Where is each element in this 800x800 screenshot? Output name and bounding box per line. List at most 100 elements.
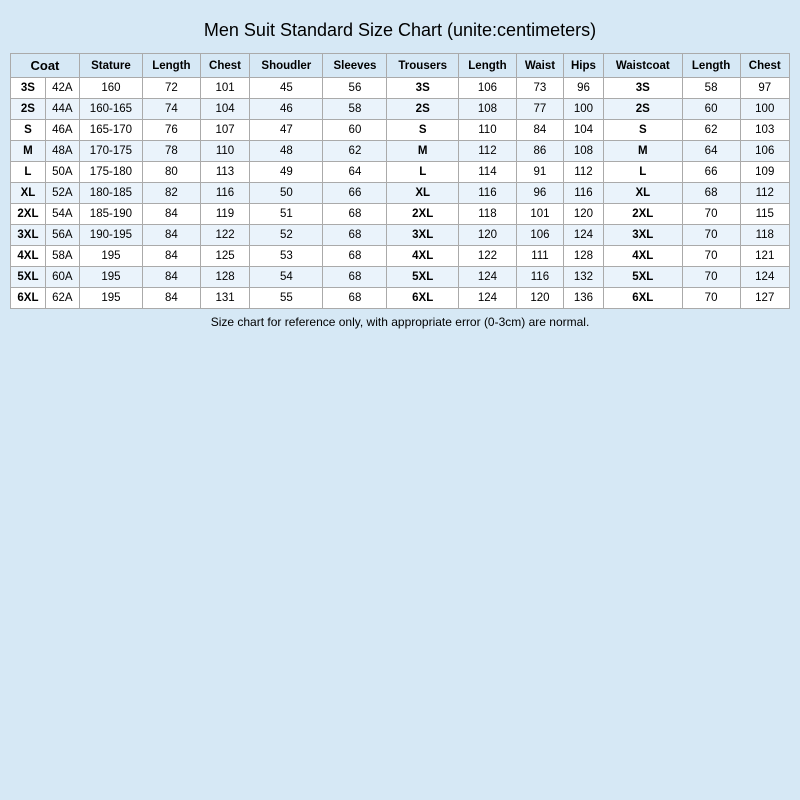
row-10-hips: 136	[563, 288, 603, 309]
row-0-hips: 96	[563, 78, 603, 99]
row-7-w-chest: 118	[740, 225, 789, 246]
row-2-trousers-length: 110	[459, 120, 517, 141]
row-6-waist: 101	[516, 204, 563, 225]
row-7-coat-size: 3XL	[11, 225, 46, 246]
table-wrapper: Coat Stature Length Chest Shoudler Sleev…	[10, 53, 790, 309]
waistcoat-header: Waistcoat	[603, 54, 682, 78]
row-6-coat-length: 84	[142, 204, 200, 225]
row-4-coat-length: 80	[142, 162, 200, 183]
row-10-sleeves: 68	[323, 288, 387, 309]
row-0-waistcoat-size: 3S	[603, 78, 682, 99]
row-10-coat-size: 6XL	[11, 288, 46, 309]
row-3-stature: 170-175	[79, 141, 142, 162]
row-4-trousers-size: L	[387, 162, 459, 183]
row-8-w-chest: 121	[740, 246, 789, 267]
row-3-sleeves: 62	[323, 141, 387, 162]
row-2-coat-chest: 107	[200, 120, 249, 141]
size-chart-table: Coat Stature Length Chest Shoudler Sleev…	[10, 53, 790, 309]
row-9-w-length: 70	[682, 267, 740, 288]
row-8-hips: 128	[563, 246, 603, 267]
row-7-trousers-length: 120	[459, 225, 517, 246]
row-9-waist: 116	[516, 267, 563, 288]
row-4-w-length: 66	[682, 162, 740, 183]
row-7-sleeves: 68	[323, 225, 387, 246]
w-length-header: Length	[682, 54, 740, 78]
row-8-coat-length: 84	[142, 246, 200, 267]
sleeves-header: Sleeves	[323, 54, 387, 78]
row-4-hips: 112	[563, 162, 603, 183]
row-0-coat-length: 72	[142, 78, 200, 99]
row-5-w-chest: 112	[740, 183, 789, 204]
row-7-hips: 124	[563, 225, 603, 246]
footer-note: Size chart for reference only, with appr…	[211, 315, 590, 329]
row-0-trousers-size: 3S	[387, 78, 459, 99]
row-2-waist: 84	[516, 120, 563, 141]
row-8-trousers-length: 122	[459, 246, 517, 267]
row-6-trousers-size: 2XL	[387, 204, 459, 225]
row-3-waist: 86	[516, 141, 563, 162]
row-9-coat-length: 84	[142, 267, 200, 288]
row-9-shoulder: 54	[250, 267, 323, 288]
row-5-waist: 96	[516, 183, 563, 204]
row-4-stature: 175-180	[79, 162, 142, 183]
row-3-w-chest: 106	[740, 141, 789, 162]
row-5-coat-code: 52A	[45, 183, 79, 204]
row-10-w-length: 70	[682, 288, 740, 309]
row-2-coat-length: 76	[142, 120, 200, 141]
row-7-w-length: 70	[682, 225, 740, 246]
row-10-trousers-length: 124	[459, 288, 517, 309]
row-2-coat-code: 46A	[45, 120, 79, 141]
row-8-stature: 195	[79, 246, 142, 267]
row-7-coat-code: 56A	[45, 225, 79, 246]
row-5-coat-size: XL	[11, 183, 46, 204]
row-7-coat-chest: 122	[200, 225, 249, 246]
row-9-trousers-size: 5XL	[387, 267, 459, 288]
row-0-waist: 73	[516, 78, 563, 99]
row-5-trousers-length: 116	[459, 183, 517, 204]
row-5-trousers-size: XL	[387, 183, 459, 204]
row-3-coat-code: 48A	[45, 141, 79, 162]
row-1-waistcoat-size: 2S	[603, 99, 682, 120]
row-6-coat-code: 54A	[45, 204, 79, 225]
row-2-trousers-size: S	[387, 120, 459, 141]
row-0-stature: 160	[79, 78, 142, 99]
row-3-coat-size: M	[11, 141, 46, 162]
row-8-shoulder: 53	[250, 246, 323, 267]
row-6-w-chest: 115	[740, 204, 789, 225]
row-6-hips: 120	[563, 204, 603, 225]
row-2-w-chest: 103	[740, 120, 789, 141]
row-4-waist: 91	[516, 162, 563, 183]
row-0-coat-chest: 101	[200, 78, 249, 99]
row-5-stature: 180-185	[79, 183, 142, 204]
row-4-trousers-length: 114	[459, 162, 517, 183]
row-1-coat-code: 44A	[45, 99, 79, 120]
row-8-waist: 111	[516, 246, 563, 267]
row-5-hips: 116	[563, 183, 603, 204]
row-0-coat-code: 42A	[45, 78, 79, 99]
row-3-shoulder: 48	[250, 141, 323, 162]
row-9-waistcoat-size: 5XL	[603, 267, 682, 288]
row-10-coat-length: 84	[142, 288, 200, 309]
row-4-coat-chest: 113	[200, 162, 249, 183]
row-2-coat-size: S	[11, 120, 46, 141]
chest-header: Chest	[200, 54, 249, 78]
w-chest-header: Chest	[740, 54, 789, 78]
waist-header: Waist	[516, 54, 563, 78]
row-10-stature: 195	[79, 288, 142, 309]
row-9-stature: 195	[79, 267, 142, 288]
row-9-coat-size: 5XL	[11, 267, 46, 288]
row-7-waist: 106	[516, 225, 563, 246]
row-5-waistcoat-size: XL	[603, 183, 682, 204]
row-1-coat-size: 2S	[11, 99, 46, 120]
trousers-header: Trousers	[387, 54, 459, 78]
row-9-coat-code: 60A	[45, 267, 79, 288]
row-2-hips: 104	[563, 120, 603, 141]
row-1-w-chest: 100	[740, 99, 789, 120]
row-10-trousers-size: 6XL	[387, 288, 459, 309]
row-9-sleeves: 68	[323, 267, 387, 288]
row-3-trousers-size: M	[387, 141, 459, 162]
row-9-trousers-length: 124	[459, 267, 517, 288]
row-6-shoulder: 51	[250, 204, 323, 225]
row-1-coat-chest: 104	[200, 99, 249, 120]
row-5-coat-length: 82	[142, 183, 200, 204]
